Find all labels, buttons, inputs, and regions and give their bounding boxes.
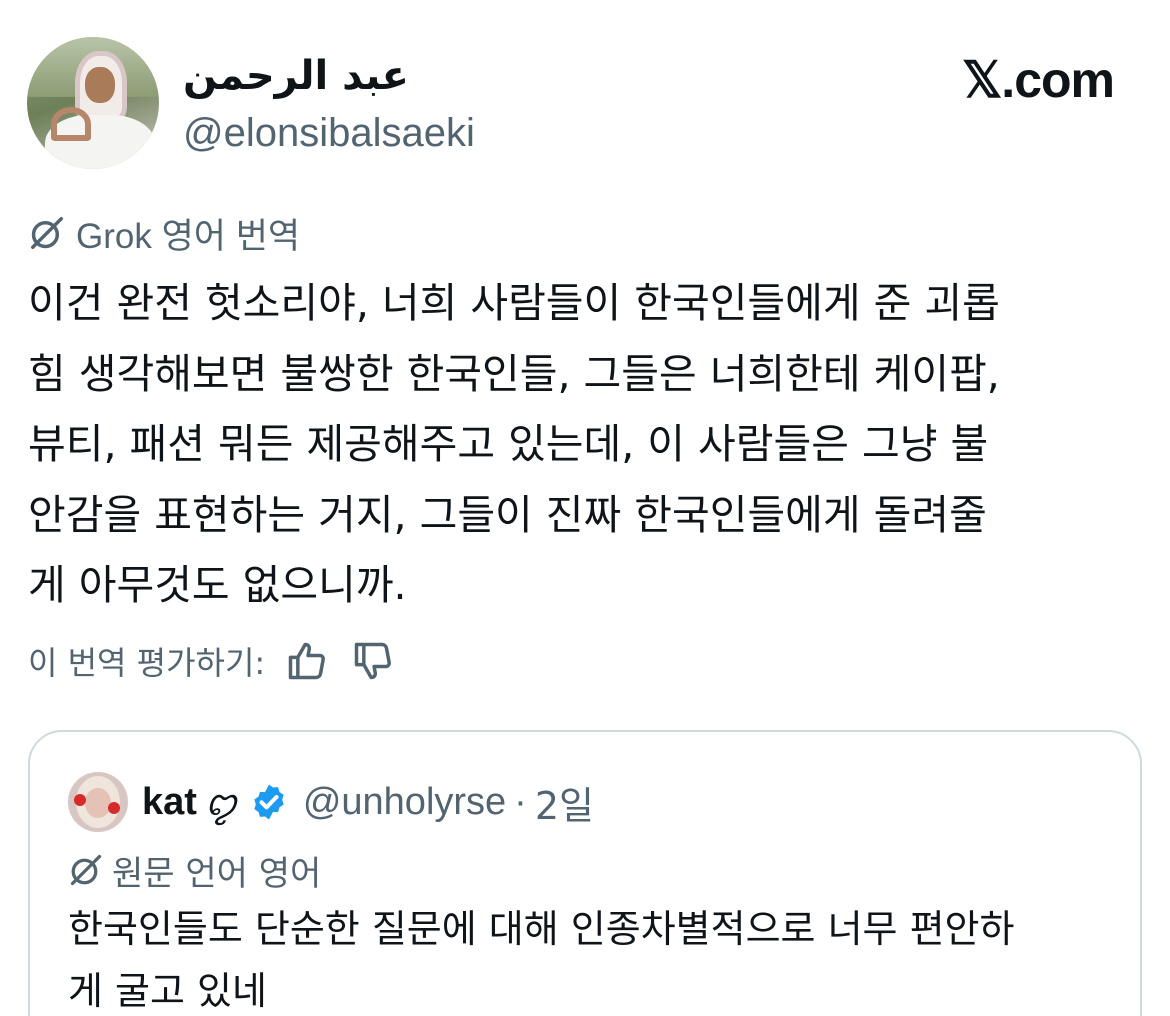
quoted-author-name[interactable]: kat (142, 781, 197, 824)
post-text-line: 이건 완전 헛소리야, 너희 사람들이 한국인들에게 준 괴롭 (28, 279, 1000, 327)
author-avatar[interactable] (27, 37, 159, 169)
rate-translation-label: 이 번역 평가하기: (28, 644, 266, 682)
post-page: عبد الرحمن @elonsibalsaeki 𝕏.com Grok 영어… (0, 0, 1170, 1016)
author-display-name[interactable]: عبد الرحمن (183, 50, 409, 102)
translation-label: Grok 영어 번역 (28, 210, 300, 256)
post-text-line: 안감을 표현하는 거지, 그들이 진짜 한국인들에게 돌려줄 (28, 490, 987, 539)
quoted-post-header: kat ꨄ︎ @unholyrse · 2일 (142, 772, 594, 832)
separator-dot: · (514, 780, 527, 823)
rate-translation-row: 이 번역 평가하기: (28, 636, 397, 686)
thumbs-up-button[interactable] (283, 637, 331, 685)
quoted-post-text: 한국인들도 단순한 질문에 대해 인종차별적으로 너무 편안하 게 굴고 있네 (68, 898, 1128, 1016)
post-text-line: 힘 생각해보면 불쌍한 한국인들, 그들은 너희한테 케이팝, (28, 349, 1000, 398)
quoted-text-line: 게 굴고 있네 (68, 969, 267, 1013)
avatar-rose (108, 802, 120, 814)
translation-label-text: Grok 영어 번역 (76, 216, 301, 256)
avatar-rose (74, 794, 86, 806)
verified-badge-icon (254, 784, 284, 820)
avatar-face (85, 788, 111, 818)
quoted-post[interactable]: kat ꨄ︎ @unholyrse · 2일 원문 언어 영어 한국인들도 단순… (28, 730, 1142, 1016)
post-text-line: 게 아무것도 없으니까. (28, 561, 407, 609)
quoted-author-avatar[interactable] (68, 772, 128, 832)
grok-icon (70, 854, 102, 886)
thumbs-up-icon (288, 642, 326, 680)
quoted-author-emoji: ꨄ︎ (204, 784, 237, 824)
grok-icon (31, 217, 63, 249)
quoted-text-line: 한국인들도 단순한 질문에 대해 인종차별적으로 너무 편안하 (68, 907, 1015, 951)
original-language-text: 원문 언어 영어 (112, 853, 322, 894)
thumbs-down-button[interactable] (349, 637, 397, 685)
quoted-author-handle[interactable]: @unholyrse (303, 781, 506, 824)
avatar-heart-hands (51, 107, 91, 141)
post-text: 이건 완전 헛소리야, 너희 사람들이 한국인들에게 준 괴롭 힘 생각해보면 … (28, 268, 1148, 621)
thumbs-down-icon (354, 642, 392, 680)
post-text-line: 뷰티, 패션 뭐든 제공해주고 있는데, 이 사람들은 그냥 불 (28, 420, 989, 468)
avatar-face (85, 67, 115, 103)
author-handle[interactable]: @elonsibalsaeki (183, 108, 475, 158)
quoted-post-time[interactable]: 2일 (535, 775, 594, 830)
x-com-logo: 𝕏.com (962, 52, 1115, 108)
original-language-label: 원문 언어 영어 (68, 848, 322, 894)
